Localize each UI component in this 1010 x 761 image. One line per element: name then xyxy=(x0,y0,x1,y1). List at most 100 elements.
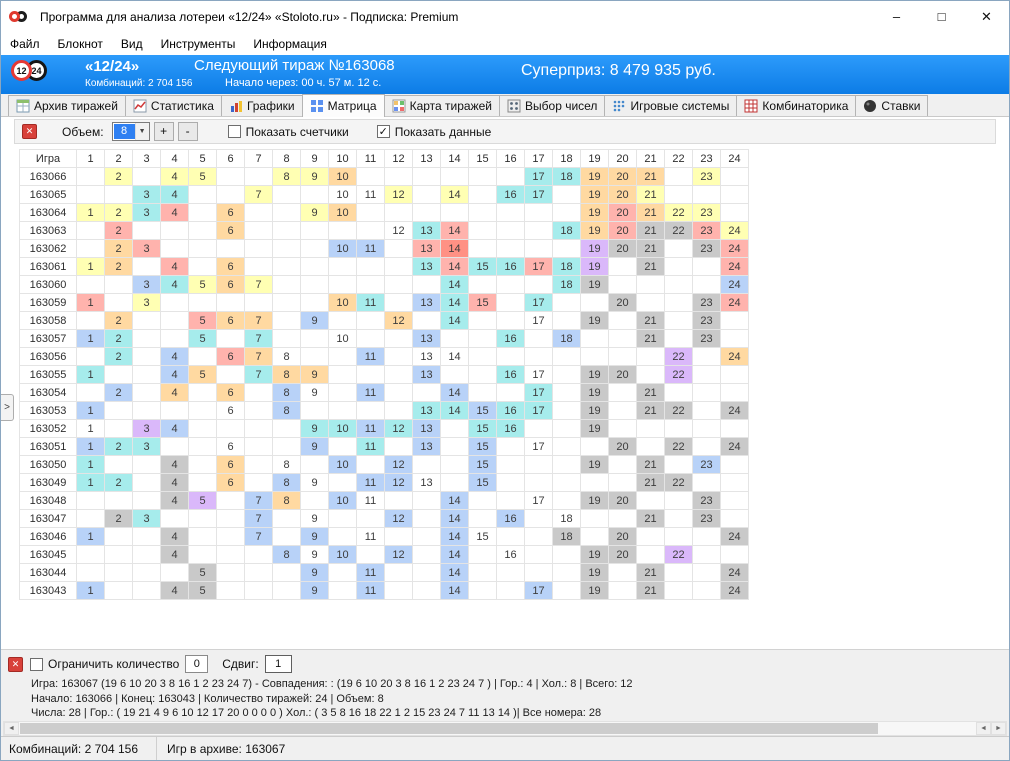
matrix-cell-filled: 21 xyxy=(637,402,665,420)
volume-decrease-button[interactable]: - xyxy=(178,122,198,141)
scroll-right-icon[interactable]: ► xyxy=(991,722,1006,735)
matrix-cell-filled: 24 xyxy=(721,582,749,600)
matrix-cell-filled: 6 xyxy=(217,204,245,222)
shift-input[interactable]: 1 xyxy=(265,655,292,673)
limit-count-checkbox[interactable] xyxy=(30,658,43,671)
matrix-row-163055: 163055145789131617192022 xyxy=(20,366,749,384)
matrix-cell-filled: 1 xyxy=(77,528,105,546)
menu-tools[interactable]: Инструменты xyxy=(152,34,245,54)
matrix-cell-empty xyxy=(301,348,329,366)
game-label-163050[interactable]: 163050 xyxy=(20,456,77,474)
matrix-cell-empty xyxy=(385,204,413,222)
game-label-163048[interactable]: 163048 xyxy=(20,492,77,510)
game-label-163049[interactable]: 163049 xyxy=(20,474,77,492)
matrix-cell-empty xyxy=(105,582,133,600)
tab-matrix[interactable]: Матрица xyxy=(302,94,385,117)
tab-charts[interactable]: Графики xyxy=(221,95,303,116)
scroll-left-icon[interactable]: ◄ xyxy=(4,722,19,735)
matrix-cell-empty xyxy=(105,456,133,474)
matrix-cell-filled: 10 xyxy=(329,492,357,510)
matrix-cell-empty xyxy=(189,294,217,312)
game-label-163066[interactable]: 163066 xyxy=(20,168,77,186)
matrix-cell-empty xyxy=(161,312,189,330)
matrix-cell-empty xyxy=(273,258,301,276)
show-data-checkbox[interactable]: ✓ xyxy=(377,125,390,138)
horizontal-scrollbar[interactable]: ◄ ◄ ► xyxy=(3,721,1007,736)
close-button[interactable]: ✕ xyxy=(964,1,1009,32)
matrix-cell-filled: 16 xyxy=(497,366,525,384)
matrix-cell-filled: 13 xyxy=(413,348,441,366)
side-panel-expander[interactable]: > xyxy=(1,394,14,421)
matrix-cell-filled: 18 xyxy=(553,528,581,546)
matrix-cell-empty xyxy=(133,222,161,240)
menu-file[interactable]: Файл xyxy=(1,34,49,54)
game-label-163064[interactable]: 163064 xyxy=(20,204,77,222)
volume-select[interactable]: 8 ▼ xyxy=(112,122,150,141)
tab-draw-map[interactable]: Карта тиражей xyxy=(384,95,500,116)
game-label-163059[interactable]: 163059 xyxy=(20,294,77,312)
matrix-cell-filled: 4 xyxy=(161,528,189,546)
game-label-163060[interactable]: 163060 xyxy=(20,276,77,294)
matrix-row-163045: 16304548910121416192022 xyxy=(20,546,749,564)
game-label-163063[interactable]: 163063 xyxy=(20,222,77,240)
game-label-163051[interactable]: 163051 xyxy=(20,438,77,456)
clear-button[interactable]: ✕ xyxy=(22,124,37,139)
scrollbar-thumb[interactable] xyxy=(20,723,878,734)
matrix-cell-filled: 20 xyxy=(609,168,637,186)
game-label-163045[interactable]: 163045 xyxy=(20,546,77,564)
menu-notebook[interactable]: Блокнот xyxy=(49,34,112,54)
limit-count-input[interactable]: 0 xyxy=(185,655,208,673)
matrix-cell-filled: 18 xyxy=(553,276,581,294)
game-label-163052[interactable]: 163052 xyxy=(20,420,77,438)
matrix-cell-empty xyxy=(245,438,273,456)
matrix-cell-empty xyxy=(301,240,329,258)
game-label-163046[interactable]: 163046 xyxy=(20,528,77,546)
matrix-cell-empty xyxy=(189,384,217,402)
volume-increase-button[interactable]: + xyxy=(154,122,174,141)
game-label-163047[interactable]: 163047 xyxy=(20,510,77,528)
tab-number-pick[interactable]: Выбор чисел xyxy=(499,95,605,116)
game-label-163053[interactable]: 163053 xyxy=(20,402,77,420)
matrix-cell-filled: 23 xyxy=(693,168,721,186)
game-label-163043[interactable]: 163043 xyxy=(20,582,77,600)
matrix-cell-empty xyxy=(665,528,693,546)
footer-clear-button[interactable]: ✕ xyxy=(8,657,23,672)
scroll-left-icon[interactable]: ◄ xyxy=(976,722,991,735)
game-label-163065[interactable]: 163065 xyxy=(20,186,77,204)
tab-game-systems[interactable]: Игровые системы xyxy=(604,95,737,116)
matrix-cell-empty xyxy=(609,582,637,600)
tab-bets[interactable]: Ставки xyxy=(855,95,928,116)
matrix-cell-empty xyxy=(273,564,301,582)
menu-view[interactable]: Вид xyxy=(112,34,152,54)
matrix-col-header-6: 6 xyxy=(217,150,245,168)
chevron-down-icon[interactable]: ▼ xyxy=(135,123,149,140)
matrix-cell-filled: 14 xyxy=(441,402,469,420)
matrix-cell-empty xyxy=(189,402,217,420)
tab-archive[interactable]: Архив тиражей xyxy=(8,95,126,116)
tab-statistics[interactable]: Статистика xyxy=(125,95,222,116)
matrix-cell-empty xyxy=(497,474,525,492)
matrix-cell-filled: 4 xyxy=(161,276,189,294)
matrix-cell-filled: 8 xyxy=(273,168,301,186)
superprize-label: Суперприз: 8 479 935 руб. xyxy=(521,62,716,80)
game-label-163055[interactable]: 163055 xyxy=(20,366,77,384)
matrix-cell-filled: 23 xyxy=(693,222,721,240)
game-label-163056[interactable]: 163056 xyxy=(20,348,77,366)
matrix-col-header-3: 3 xyxy=(133,150,161,168)
show-counters-checkbox[interactable] xyxy=(228,125,241,138)
game-label-163044[interactable]: 163044 xyxy=(20,564,77,582)
game-label-163061[interactable]: 163061 xyxy=(20,258,77,276)
maximize-button[interactable]: □ xyxy=(919,1,964,32)
game-label-163054[interactable]: 163054 xyxy=(20,384,77,402)
lottery-banner: 12 24 «12/24» Комбинаций: 2 704 156 След… xyxy=(1,55,1009,94)
game-label-163058[interactable]: 163058 xyxy=(20,312,77,330)
menu-info[interactable]: Информация xyxy=(244,34,335,54)
tab-combinatorics[interactable]: Комбинаторика xyxy=(736,95,856,116)
matrix-col-header-22: 22 xyxy=(665,150,693,168)
game-label-163057[interactable]: 163057 xyxy=(20,330,77,348)
matrix-cell-empty xyxy=(469,222,497,240)
minimize-button[interactable]: – xyxy=(874,1,919,32)
matrix-cell-empty xyxy=(665,312,693,330)
game-label-163062[interactable]: 163062 xyxy=(20,240,77,258)
matrix-cell-empty xyxy=(497,168,525,186)
